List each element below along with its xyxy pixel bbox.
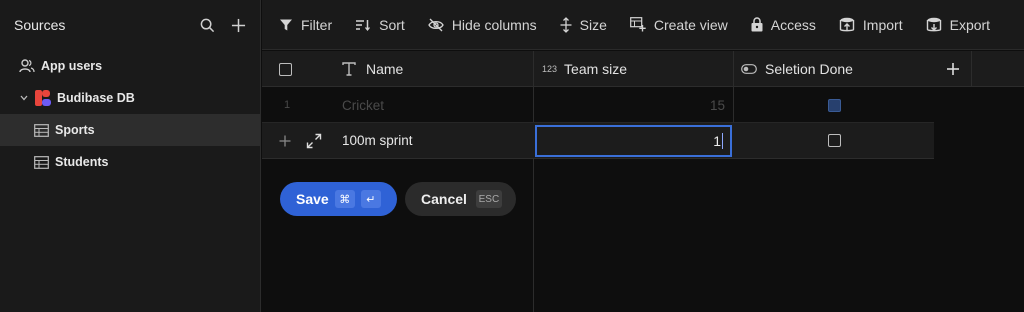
sidebar-item-label: Sports: [55, 123, 95, 137]
data-grid: Name 123 Team size Seletion Done 1 Crick…: [262, 51, 1024, 312]
users-icon: [18, 58, 36, 74]
sort-icon: [356, 19, 371, 31]
number-type-icon: 123: [542, 64, 558, 74]
command-key-icon: ⌘: [334, 190, 355, 208]
checkbox-icon: [828, 134, 841, 147]
export-label: Export: [949, 16, 991, 33]
checkbox-icon: [279, 62, 292, 76]
grid-header: Name 123 Team size Seletion Done: [262, 51, 1024, 87]
size-button[interactable]: Size: [560, 17, 607, 33]
sort-label: Sort: [379, 16, 405, 33]
export-button[interactable]: Export: [926, 17, 990, 33]
enter-key-icon: ↵: [360, 190, 381, 208]
budibase-logo-icon: [34, 90, 52, 106]
text-caret: [722, 133, 723, 149]
add-column-button[interactable]: [934, 51, 972, 87]
table-icon: [32, 154, 50, 170]
export-icon: [926, 17, 941, 31]
escape-key-badge: ESC: [475, 190, 502, 208]
save-label: Save: [296, 191, 329, 207]
import-button[interactable]: Import: [839, 17, 903, 33]
sidebar-header: Sources: [0, 0, 260, 50]
expand-row-icon[interactable]: [306, 123, 322, 158]
create-view-label: Create view: [653, 16, 728, 33]
cell-name[interactable]: Cricket: [342, 88, 384, 122]
column-header-team-size[interactable]: 123 Team size: [542, 51, 627, 87]
team-size-input-value: 1: [713, 133, 721, 149]
cell-selection-done[interactable]: [828, 88, 841, 122]
import-icon: [839, 17, 855, 31]
toggle-type-icon: [741, 64, 757, 74]
import-label: Import: [862, 16, 903, 33]
sidebar-title: Sources: [14, 17, 66, 33]
cell-name[interactable]: 100m sprint: [342, 123, 413, 158]
sidebar-item-sports[interactable]: Sports: [0, 114, 260, 146]
plus-icon: [946, 63, 959, 75]
column-header-selection-done[interactable]: Seletion Done: [741, 51, 853, 87]
column-header-label: Seletion Done: [765, 61, 853, 77]
access-button[interactable]: Access: [751, 17, 816, 33]
sidebar-item-app-users[interactable]: App users: [0, 50, 260, 82]
create-view-icon: [629, 17, 646, 32]
sidebar-item-students[interactable]: Students: [0, 146, 260, 178]
add-row-icon[interactable]: [279, 123, 291, 158]
cell-team-size[interactable]: 15: [534, 88, 725, 122]
select-all-checkbox[interactable]: [279, 51, 292, 87]
sidebar-item-label: Students: [55, 155, 109, 169]
column-header-label: Name: [366, 61, 404, 77]
column-divider: [533, 51, 534, 87]
sidebar-item-budibase-db[interactable]: Budibase DB: [0, 82, 260, 114]
filter-label: Filter: [301, 16, 333, 33]
sidebar: Sources App users Budibase DB Sports Stu…: [0, 0, 261, 312]
team-size-input[interactable]: 1: [535, 125, 732, 157]
chevron-down-icon[interactable]: [18, 95, 30, 101]
table-row[interactable]: 1 Cricket 15: [262, 88, 934, 123]
filter-button[interactable]: Filter: [279, 17, 332, 33]
cell-selection-done[interactable]: [828, 123, 841, 158]
hide-columns-label: Hide columns: [451, 16, 537, 33]
column-divider: [733, 51, 734, 87]
sidebar-item-label: Budibase DB: [57, 91, 135, 105]
cancel-label: Cancel: [421, 191, 467, 207]
filter-icon: [280, 19, 292, 30]
search-icon[interactable]: [199, 17, 215, 33]
save-button[interactable]: Save ⌘ ↵: [280, 182, 397, 216]
lock-icon: [751, 17, 763, 32]
cancel-button[interactable]: Cancel ESC: [405, 182, 516, 216]
toolbar: Filter Sort Hide columns Size Create vie…: [262, 0, 1024, 50]
checkbox-checked-icon: [828, 98, 841, 112]
add-source-icon[interactable]: [230, 17, 246, 33]
column-header-label: Team size: [564, 61, 628, 77]
sort-button[interactable]: Sort: [355, 17, 405, 33]
hide-columns-button[interactable]: Hide columns: [428, 17, 537, 33]
row-height-icon: [560, 16, 572, 33]
column-header-name[interactable]: Name: [342, 51, 403, 87]
table-icon: [32, 122, 50, 138]
size-label: Size: [579, 16, 607, 33]
access-label: Access: [770, 16, 816, 33]
text-type-icon: [342, 62, 356, 76]
sidebar-item-label: App users: [41, 59, 103, 73]
eye-off-icon: [428, 18, 444, 31]
row-index: 1: [284, 99, 291, 111]
create-view-button[interactable]: Create view: [629, 16, 728, 33]
